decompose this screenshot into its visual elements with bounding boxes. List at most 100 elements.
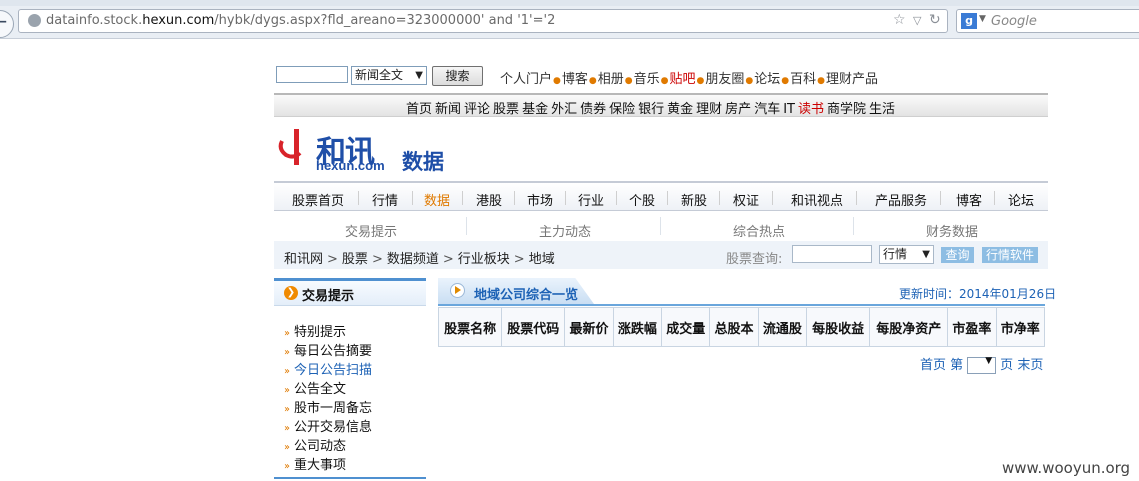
main-nav-item[interactable]: 行情 — [372, 190, 398, 209]
main-nav-item[interactable]: 新股 — [681, 190, 707, 209]
column-header[interactable]: 每股收益 — [806, 307, 871, 347]
channel-link[interactable]: 股票 — [493, 102, 519, 117]
breadcrumb-link[interactable]: 股票 — [342, 252, 368, 267]
sidebar-item[interactable]: ›› 公司动态 — [284, 435, 346, 454]
main-nav-item[interactable]: 股票首页 — [292, 190, 344, 209]
column-header[interactable]: 股票代码 — [501, 307, 566, 347]
channel-link[interactable]: 外汇 — [551, 102, 577, 117]
top-link[interactable]: 个人门户 — [500, 72, 552, 87]
sub-nav-divider — [660, 217, 661, 235]
column-header[interactable]: 最新价 — [564, 307, 614, 347]
nav-divider — [514, 191, 515, 205]
main-nav-item[interactable]: 产品服务 — [875, 190, 927, 209]
top-link[interactable]: 音乐 — [634, 72, 660, 87]
quote-software-button[interactable]: 行情软件 — [982, 247, 1038, 263]
sidebar-header: ❯ 交易提示 — [274, 281, 426, 306]
first-page-link[interactable]: 首页 — [920, 358, 946, 373]
watermark: www.wooyun.org — [1002, 459, 1131, 477]
quote-type-select[interactable]: 行情 ▼ — [879, 245, 934, 264]
sidebar-item[interactable]: ›› 每日公告摘要 — [284, 340, 372, 359]
column-header[interactable]: 市盈率 — [947, 307, 997, 347]
back-button[interactable]: ← — [0, 10, 14, 38]
top-link[interactable]: 理财产品 — [826, 72, 878, 87]
sidebar-item[interactable]: ›› 公开交易信息 — [284, 416, 372, 435]
search-engine-placeholder: Google — [991, 14, 1037, 29]
last-page-link[interactable]: 末页 — [1017, 358, 1043, 373]
nav-divider — [994, 191, 995, 205]
breadcrumb: 和讯网 > 股票 > 数据频道 > 行业板块 > 地域 — [284, 248, 555, 267]
channel-link[interactable]: 新闻 — [435, 102, 461, 117]
hexun-logo-mark-icon[interactable] — [276, 127, 314, 167]
channel-link[interactable]: 生活 — [869, 102, 895, 117]
main-nav-item[interactable]: 和讯视点 — [791, 190, 843, 209]
column-header[interactable]: 总股本 — [709, 307, 759, 347]
main-nav-item[interactable]: 个股 — [629, 190, 655, 209]
sidebar-item[interactable]: ›› 特别提示 — [284, 321, 346, 340]
query-button[interactable]: 查询 — [941, 247, 974, 263]
browser-search-box[interactable]: g ▼ Google — [956, 9, 1139, 33]
column-header[interactable]: 市净率 — [995, 307, 1046, 347]
sub-nav-item[interactable]: 主力动态 — [539, 221, 591, 240]
channel-link[interactable]: IT — [783, 102, 795, 117]
url-host-domain: hexun.com — [142, 13, 215, 28]
top-link[interactable]: 相册 — [598, 72, 624, 87]
bookmark-star-icon[interactable]: ☆ — [893, 12, 906, 28]
channel-link[interactable]: 黄金 — [667, 102, 693, 117]
channel-link[interactable]: 保险 — [609, 102, 635, 117]
main-nav-item[interactable]: 行业 — [578, 190, 604, 209]
sidebar-item-label: 今日公告扫描 — [294, 363, 373, 378]
sidebar-item-label: 股市一周备忘 — [294, 401, 373, 416]
column-header[interactable]: 每股净资产 — [869, 307, 949, 347]
channel-link[interactable]: 首页 — [406, 102, 432, 117]
channel-link[interactable]: 商学院 — [827, 102, 866, 117]
sub-nav-item[interactable]: 财务数据 — [926, 221, 978, 240]
breadcrumb-link[interactable]: 行业板块 — [458, 252, 510, 267]
main-nav-item[interactable]: 博客 — [956, 190, 982, 209]
top-link[interactable]: 朋友圈 — [705, 72, 744, 87]
column-header[interactable]: 流通股 — [757, 307, 808, 347]
column-header[interactable]: 涨跌幅 — [612, 307, 663, 347]
breadcrumb-link[interactable]: 数据频道 — [387, 252, 439, 267]
column-header[interactable]: 股票名称 — [437, 307, 503, 347]
top-link[interactable]: 百科 — [790, 72, 816, 87]
channel-link[interactable]: 读书 — [798, 102, 824, 117]
search-button[interactable]: 搜索 — [432, 66, 483, 86]
channel-link[interactable]: 银行 — [638, 102, 664, 117]
google-engine-icon[interactable]: g — [961, 13, 977, 29]
main-nav-item[interactable]: 港股 — [476, 190, 502, 209]
main-nav-item-active[interactable]: 数据 — [424, 190, 450, 209]
dot-separator: ● — [781, 76, 790, 86]
top-link[interactable]: 博客 — [562, 72, 588, 87]
stock-query-input[interactable] — [792, 245, 872, 263]
main-nav-item[interactable]: 权证 — [733, 190, 759, 209]
url-dropdown-icon[interactable]: ▽ — [913, 14, 921, 27]
engine-dropdown-icon[interactable]: ▼ — [979, 14, 986, 24]
top-link[interactable]: 论坛 — [754, 72, 780, 87]
quote-type-value: 行情 — [883, 247, 908, 261]
channel-link[interactable]: 汽车 — [754, 102, 780, 117]
reload-icon[interactable]: ↻ — [929, 12, 941, 28]
sidebar-item[interactable]: ›› 公告全文 — [284, 378, 346, 397]
address-bar[interactable]: datainfo.stock.hexun.com/hybk/dygs.aspx?… — [18, 9, 948, 33]
main-nav-item[interactable]: 论坛 — [1008, 190, 1034, 209]
channel-link[interactable]: 房产 — [725, 102, 751, 117]
page-select[interactable]: ▼ — [967, 356, 997, 374]
sub-nav-item[interactable]: 综合热点 — [733, 221, 785, 240]
logo-english[interactable]: hexun.com — [316, 158, 385, 173]
site-search-input[interactable] — [276, 66, 348, 83]
breadcrumb-link[interactable]: 和讯网 — [284, 252, 323, 267]
sidebar-item[interactable]: ›› 股市一周备忘 — [284, 397, 372, 416]
main-nav-item[interactable]: 市场 — [527, 190, 553, 209]
nav-divider — [667, 191, 668, 205]
column-header[interactable]: 成交量 — [661, 307, 711, 347]
channel-link[interactable]: 债券 — [580, 102, 606, 117]
top-link[interactable]: 贴吧 — [670, 72, 696, 87]
channel-link[interactable]: 基金 — [522, 102, 548, 117]
sidebar-item-current[interactable]: ›› 今日公告扫描 — [284, 359, 372, 378]
search-type-select[interactable]: 新闻全文 ▼ — [351, 66, 427, 85]
channel-link[interactable]: 理财 — [696, 102, 722, 117]
channel-link[interactable]: 评论 — [464, 102, 490, 117]
url-text[interactable]: datainfo.stock.hexun.com/hybk/dygs.aspx?… — [46, 13, 555, 28]
sub-nav-item[interactable]: 交易提示 — [345, 221, 397, 240]
sidebar-item[interactable]: ›› 重大事项 — [284, 454, 346, 473]
